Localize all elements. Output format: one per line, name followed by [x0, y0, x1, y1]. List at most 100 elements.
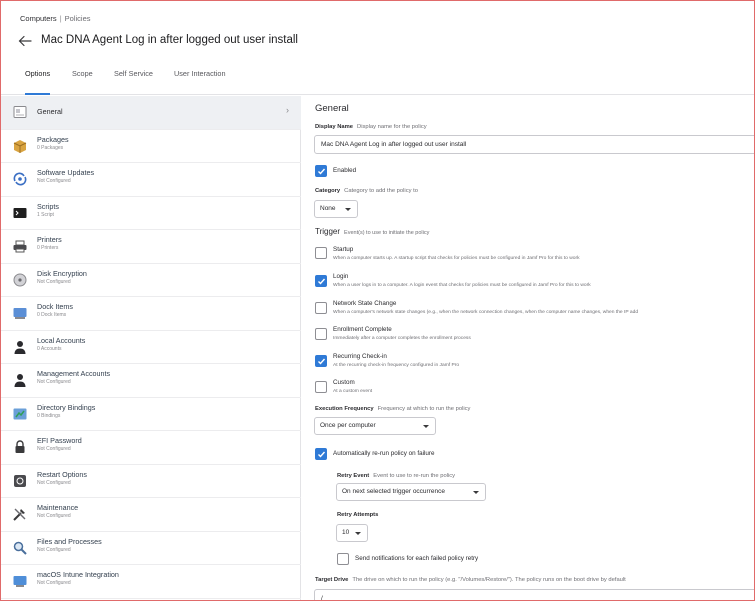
sidebar-item-directory-bindings[interactable]: Directory Bindings 0 Bindings: [1, 398, 301, 431]
local-accounts-icon: [12, 339, 28, 355]
sidebar-item-status: Not Configured: [37, 379, 71, 385]
sidebar-item-label: Dock Items: [37, 302, 73, 311]
title-row: Mac DNA Agent Log in after logged out us…: [18, 31, 298, 49]
trigger-recurring-checkin-checkbox[interactable]: [315, 355, 327, 367]
sidebar-item-restart-options[interactable]: Restart Options Not Configured: [1, 465, 301, 498]
sidebar-item-local-accounts[interactable]: Local Accounts 0 Accounts: [1, 331, 301, 364]
sidebar-item-printers[interactable]: Printers 0 Printers: [1, 230, 301, 264]
trigger-heading: Trigger Event(s) to use to initiate the p…: [315, 227, 429, 236]
trigger-network-state-change-checkbox[interactable]: [315, 302, 327, 314]
category-label-text: Category: [315, 188, 341, 194]
trigger-hint: Event(s) to use to initiate the policy: [344, 230, 430, 236]
sidebar-item-macos-intune-integration[interactable]: macOS Intune Integration Not Configured: [1, 565, 301, 599]
retry-event-label: Retry Event Event to use to re-run the po…: [337, 473, 455, 479]
caret-down-icon: [423, 425, 429, 428]
sidebar-item-maintenance[interactable]: Maintenance Not Configured: [1, 498, 301, 532]
retry-attempts-label: Retry Attempts: [337, 512, 378, 518]
sidebar-item-label: Printers: [37, 235, 62, 244]
sidebar-item-status: Not Configured: [37, 513, 71, 519]
tab-scope[interactable]: Scope: [72, 57, 93, 95]
retry-event-hint: Event to use to re-run the policy: [373, 473, 456, 479]
directory-bindings-icon: [12, 406, 28, 422]
sidebar-item-status: Not Configured: [37, 446, 71, 452]
tab-self-service[interactable]: Self Service: [114, 57, 153, 95]
sidebar-item-general[interactable]: General ›: [1, 96, 301, 130]
trigger-login-desc: When a user logs in to a computer. A log…: [333, 283, 591, 288]
restart-options-icon: [12, 473, 28, 489]
enabled-checkbox[interactable]: [315, 165, 327, 177]
sidebar-item-label: Disk Encryption: [37, 268, 87, 278]
caret-down-icon: [473, 491, 479, 494]
tab-options[interactable]: Options: [25, 57, 51, 95]
retry-event-select[interactable]: On next selected trigger occurrence: [336, 483, 486, 501]
sidebar-item-label: Packages: [37, 134, 69, 144]
notify-failed-retry-label: Send notifications for each failed polic…: [355, 555, 479, 562]
sidebar-item-status: 0 Accounts: [37, 345, 62, 352]
trigger-enrollment-complete-checkbox[interactable]: [315, 328, 327, 340]
sidebar-item-efi-password[interactable]: EFI Password Not Configured: [1, 431, 301, 465]
category-label: Category Category to add the policy to: [315, 188, 418, 194]
trigger-startup-label: Startup: [333, 246, 354, 253]
retry-attempts-select[interactable]: 10: [336, 524, 368, 542]
scripts-icon: [12, 205, 28, 221]
sidebar-item-status: Not Configured: [37, 278, 71, 285]
execution-frequency-select-value: Once per computer: [320, 422, 376, 429]
page-title: Mac DNA Agent Log in after logged out us…: [41, 34, 298, 46]
sidebar-item-software-updates[interactable]: Software Updates Not Configured: [1, 163, 301, 197]
trigger-startup-checkbox[interactable]: [315, 247, 327, 259]
trigger-custom-checkbox[interactable]: [315, 381, 327, 393]
general-panel: General Display Name Display name for the…: [302, 96, 754, 600]
target-drive-label: Target Drive The drive on which to run th…: [315, 577, 626, 583]
sidebar-item-scripts[interactable]: Scripts 1 Script: [1, 197, 301, 230]
sidebar-item-label: Directory Bindings: [37, 402, 96, 412]
execution-frequency-hint: Frequency at which to run the policy: [377, 406, 471, 412]
sidebar-item-status: Not Configured: [37, 178, 71, 184]
retry-attempts-label-text: Retry Attempts: [337, 512, 379, 518]
category-select[interactable]: None: [314, 200, 358, 218]
breadcrumb-policies[interactable]: Policies: [65, 14, 91, 23]
sidebar-item-label: General: [37, 107, 63, 116]
trigger-enrollment-complete-desc: Immediately after a computer completes t…: [333, 336, 471, 341]
sidebar-item-management-accounts[interactable]: Management Accounts Not Configured: [1, 364, 301, 398]
tab-user-interaction[interactable]: User Interaction: [174, 57, 226, 95]
sidebar-item-label: macOS Intune Integration: [37, 570, 119, 579]
sidebar-item-status: 0 Packages: [37, 144, 64, 151]
disk-encryption-icon: [12, 272, 28, 288]
sidebar-item-status: 0 Printers: [37, 245, 59, 251]
notify-failed-retry-checkbox[interactable]: [337, 553, 349, 565]
software-updates-icon: [12, 171, 28, 187]
trigger-network-state-change-desc: When a computer's network state changes …: [333, 310, 639, 315]
efi-password-icon: [12, 439, 28, 455]
packages-icon: [12, 138, 28, 154]
trigger-custom-desc: At a custom event: [333, 389, 373, 394]
maintenance-icon: [12, 506, 28, 522]
breadcrumb-separator: |: [59, 14, 62, 23]
section-title: General: [315, 103, 349, 114]
sidebar-item-files-processes[interactable]: Files and Processes Not Configured: [1, 532, 301, 565]
breadcrumb: Computers | Policies: [20, 14, 90, 23]
sidebar-item-packages[interactable]: Packages 0 Packages: [1, 130, 301, 163]
sidebar-item-label: Maintenance: [37, 503, 79, 512]
sidebar-item-label: Restart Options: [37, 469, 87, 479]
target-drive-input[interactable]: /: [314, 589, 754, 600]
retry-attempts-select-value: 10: [342, 529, 350, 536]
printers-icon: [12, 238, 28, 254]
display-name-input[interactable]: Mac DNA Agent Log in after logged out us…: [314, 135, 754, 154]
app-frame: Computers | Policies Mac DNA Agent Log in …: [0, 0, 755, 601]
display-name-label: Display Name Display name for the policy: [315, 124, 427, 130]
sidebar-item-dock-items[interactable]: Dock Items 0 Dock Items: [1, 297, 301, 331]
execution-frequency-label-text: Execution Frequency: [315, 406, 374, 412]
trigger-recurring-checkin-desc: At the recurring check-in frequency conf…: [333, 363, 460, 368]
options-sidebar: General › Packages 0 Packages Software U…: [1, 96, 301, 600]
category-select-value: None: [320, 205, 336, 212]
auto-rerun-checkbox[interactable]: [315, 448, 327, 460]
execution-frequency-select[interactable]: Once per computer: [314, 417, 436, 435]
caret-down-icon: [345, 208, 351, 211]
trigger-login-checkbox[interactable]: [315, 275, 327, 287]
caret-down-icon: [355, 532, 361, 535]
sidebar-item-status: Not Configured: [37, 546, 71, 553]
back-arrow-icon[interactable]: [18, 34, 32, 47]
checkmark-icon: [318, 451, 326, 458]
breadcrumb-computers[interactable]: Computers: [20, 14, 57, 23]
sidebar-item-disk-encryption[interactable]: Disk Encryption Not Configured: [1, 264, 301, 297]
